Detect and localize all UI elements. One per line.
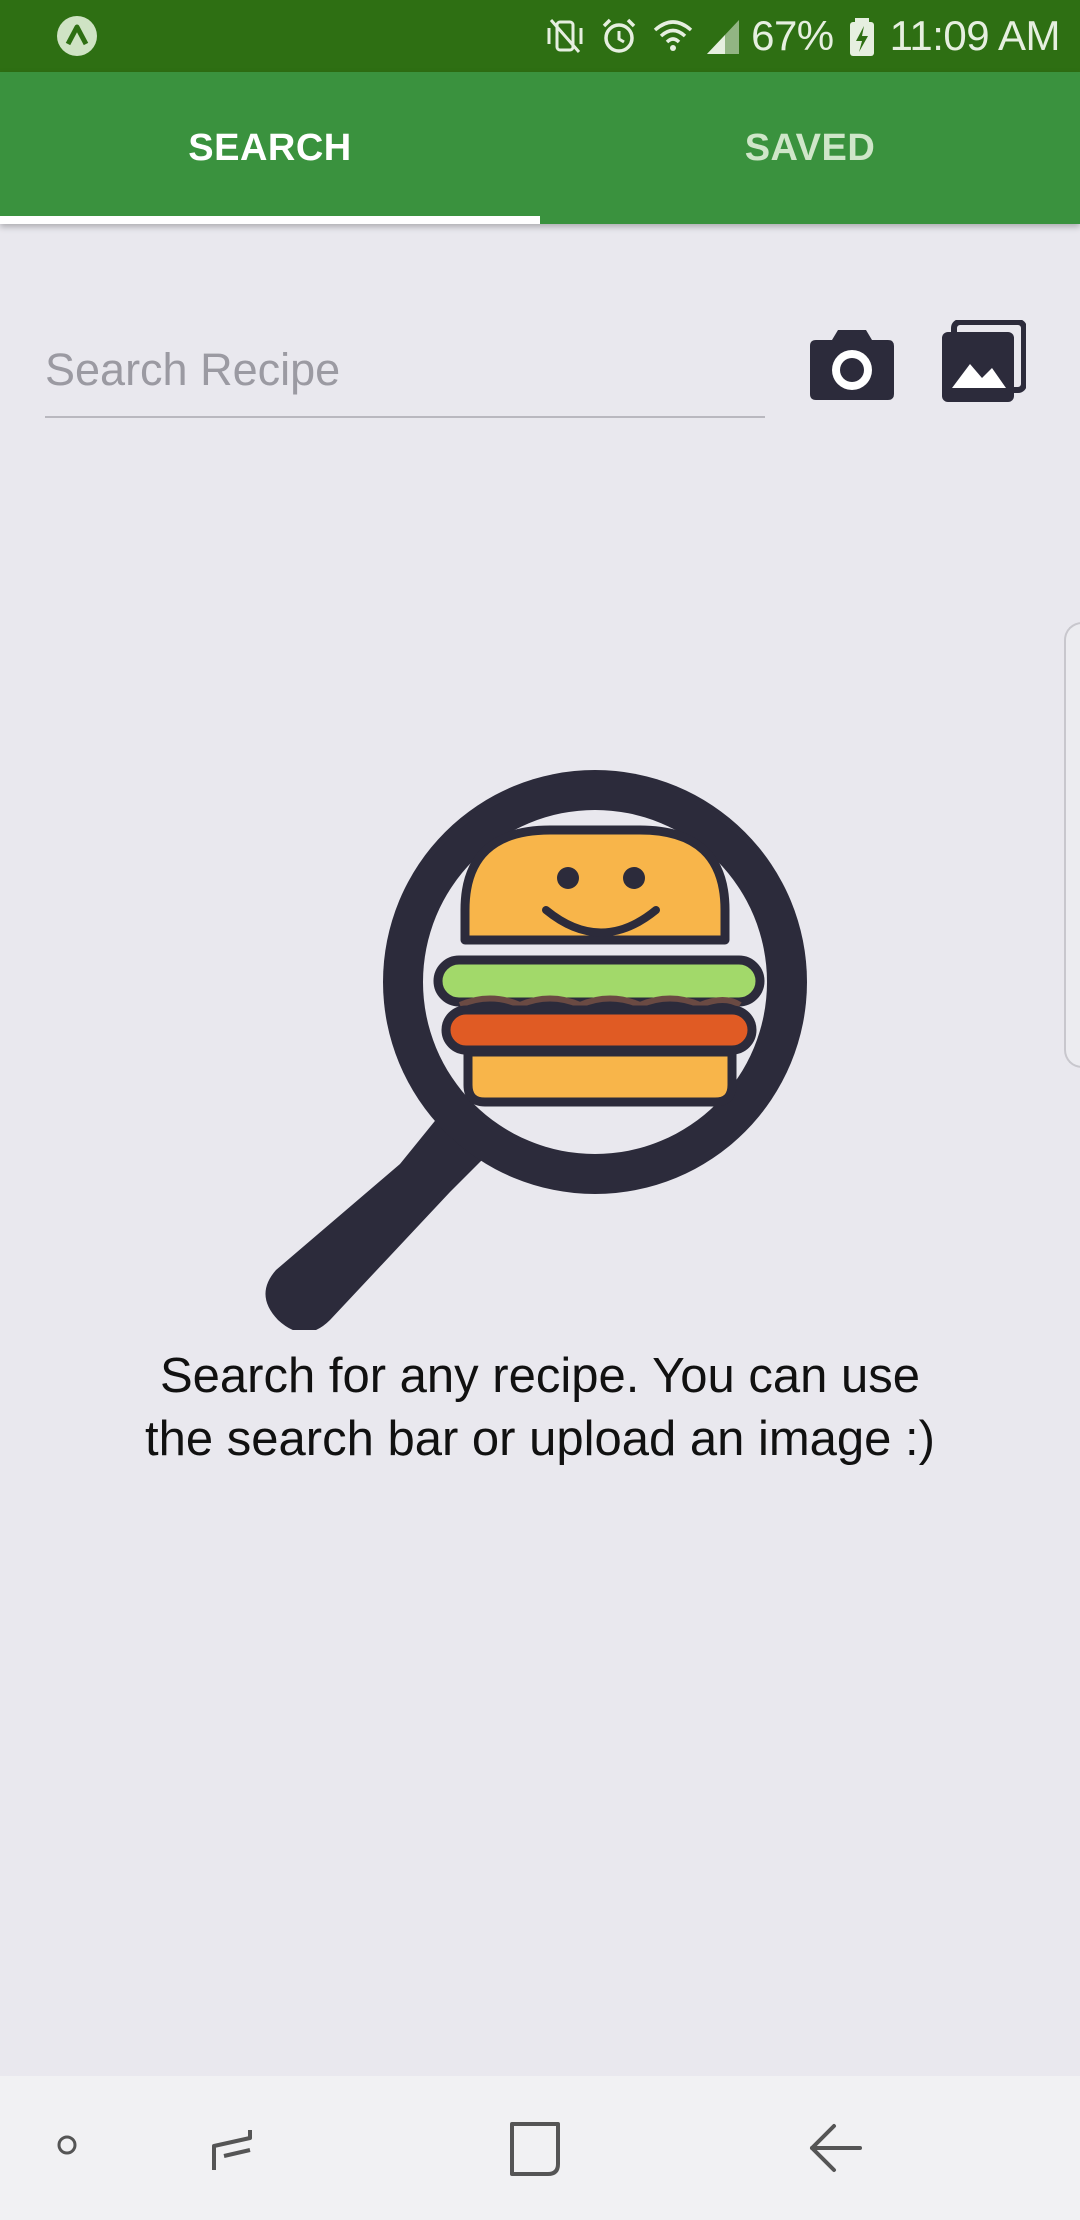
- tab-indicator: [0, 216, 540, 224]
- recents-icon[interactable]: [200, 2116, 264, 2180]
- alarm-icon: [602, 18, 636, 53]
- signal-icon: [707, 20, 740, 54]
- status-bar: 67% 11:09 AM: [0, 0, 1080, 72]
- burger-magnifier-illustration: [265, 770, 807, 1330]
- status-icons: 67% 11:09 AM: [543, 0, 1061, 72]
- back-icon[interactable]: [804, 2116, 868, 2180]
- battery-charging-icon: [849, 18, 874, 56]
- tab-saved[interactable]: SAVED: [540, 72, 1080, 224]
- search-field: [45, 320, 765, 418]
- vibrate-off-icon: [547, 19, 583, 53]
- clock: 11:09 AM: [889, 12, 1061, 59]
- empty-state-message: Search for any recipe. You can use the s…: [145, 1349, 935, 1466]
- navigation-bar: [0, 2076, 1080, 2220]
- gallery-icon[interactable]: [940, 320, 1026, 404]
- edge-panel-handle[interactable]: [1064, 622, 1080, 1068]
- nav-dot-icon[interactable]: [52, 2130, 82, 2160]
- search-input[interactable]: [45, 340, 765, 400]
- camera-icon[interactable]: [808, 326, 896, 402]
- battery-percent: 67%: [751, 12, 834, 59]
- app-notification-icon: [57, 16, 97, 56]
- wifi-icon: [653, 20, 693, 51]
- tab-search[interactable]: SEARCH: [0, 72, 540, 224]
- tab-bar: SEARCH SAVED: [0, 72, 1080, 224]
- home-icon[interactable]: [500, 2116, 564, 2180]
